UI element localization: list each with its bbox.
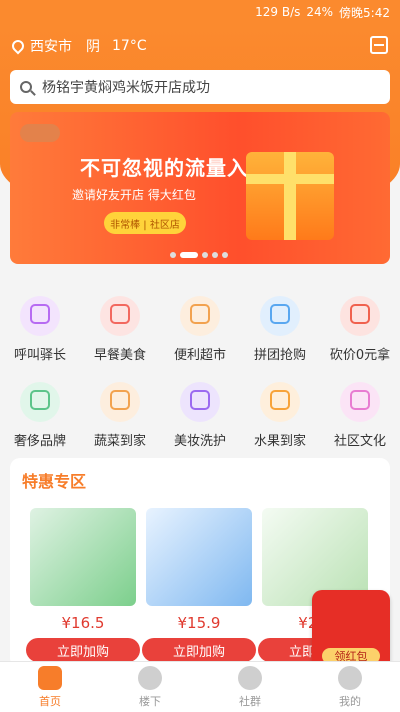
tab-community[interactable]: 社群	[200, 662, 300, 712]
temperature-text: 17°C	[112, 38, 147, 54]
location-selector[interactable]: 西安市 阴 17°C	[9, 36, 147, 56]
bottom-tab-bar: 首页 楼下 社群 我的	[0, 661, 400, 712]
special-offers-title: 特惠专区	[22, 472, 87, 491]
card-icon	[100, 382, 140, 422]
category-label: 砍价0元拿	[329, 348, 391, 363]
clock: 傍晚5:42	[339, 5, 390, 20]
chat-icon	[238, 665, 262, 690]
product-card[interactable]: ¥15.9 立即加购	[142, 508, 256, 668]
city-name: 西安市	[30, 39, 72, 55]
category-label: 水果到家	[253, 434, 306, 449]
gift-box-icon	[246, 152, 334, 240]
ribbon-icon	[340, 382, 380, 422]
tab-label: 我的	[339, 694, 361, 708]
product-price: ¥16.5	[61, 614, 105, 632]
plane-icon	[20, 124, 60, 142]
pagination-dot	[212, 252, 218, 258]
tab-mine[interactable]: 我的	[300, 662, 400, 712]
bottle-icon	[180, 382, 220, 422]
category-label: 奢侈品牌	[13, 434, 66, 449]
category-label: 便利超市	[173, 348, 226, 363]
category-item[interactable]: 美妆洗护	[160, 382, 240, 449]
product-price: ¥15.9	[177, 614, 221, 632]
product-card[interactable]: ¥16.5 立即加购	[26, 508, 140, 668]
category-item[interactable]: 拼团抢购	[240, 296, 320, 363]
location-icon	[138, 665, 162, 690]
category-item[interactable]: 社区文化	[320, 382, 400, 449]
search-icon	[20, 81, 32, 93]
category-label: 蔬菜到家	[93, 434, 146, 449]
tab-downstairs[interactable]: 楼下	[100, 662, 200, 712]
watch-icon	[20, 382, 60, 422]
tab-home[interactable]: 首页	[0, 662, 100, 712]
status-bar: 129 B/s 24% 傍晚5:42	[0, 0, 400, 24]
tab-label: 首页	[39, 694, 61, 708]
pagination-dot	[170, 252, 176, 258]
tab-label: 楼下	[139, 694, 161, 708]
tab-label: 社群	[239, 694, 261, 708]
category-label: 早餐美食	[93, 348, 146, 363]
add-to-cart-button[interactable]: 立即加购	[142, 638, 256, 662]
pagination-dot-active	[180, 252, 198, 258]
promo-banner[interactable]: 不可忽视的流量入口 邀请好友开店 得大红包 非常棒 | 社区店	[10, 112, 390, 264]
location-pin-icon	[9, 37, 27, 55]
home-icon	[38, 665, 62, 690]
category-label: 拼团抢购	[253, 348, 306, 363]
search-bar[interactable]: 杨铭宇黄焖鸡米饭开店成功	[10, 70, 390, 104]
category-item[interactable]: 砍价0元拿	[320, 296, 400, 363]
banner-title: 不可忽视的流量入口	[80, 156, 269, 180]
category-label: 呼叫驿长	[13, 348, 66, 363]
category-item[interactable]: 早餐美食	[80, 296, 160, 363]
category-item[interactable]: 奢侈品牌	[0, 382, 80, 449]
battery-level: 24%	[306, 5, 334, 19]
tag-icon	[260, 296, 300, 336]
pagination-dot	[202, 252, 208, 258]
add-to-cart-button[interactable]: 立即加购	[26, 638, 140, 662]
pagination-dot	[222, 252, 228, 258]
category-item[interactable]: 蔬菜到家	[80, 382, 160, 449]
banner-pagination	[168, 252, 230, 258]
category-label: 美妆洗护	[173, 434, 226, 449]
ticket-icon	[340, 296, 380, 336]
clock-icon	[260, 382, 300, 422]
store-icon	[180, 296, 220, 336]
product-image	[30, 508, 136, 606]
banner-subtitle: 邀请好友开店 得大红包	[72, 188, 196, 202]
product-image	[146, 508, 252, 606]
category-item[interactable]: 水果到家	[240, 382, 320, 449]
category-item[interactable]: 呼叫驿长	[0, 296, 80, 363]
person-icon	[20, 296, 60, 336]
weather-text: 阴	[86, 39, 100, 55]
flame-icon	[100, 296, 140, 336]
category-item[interactable]: 便利超市	[160, 296, 240, 363]
search-text: 杨铭宇黄焖鸡米饭开店成功	[42, 80, 210, 96]
network-speed: 129 B/s	[255, 5, 301, 19]
banner-button[interactable]: 非常棒 | 社区店	[104, 212, 186, 234]
user-icon	[338, 665, 362, 690]
category-label: 社区文化	[333, 434, 386, 449]
scan-icon[interactable]	[370, 36, 388, 54]
